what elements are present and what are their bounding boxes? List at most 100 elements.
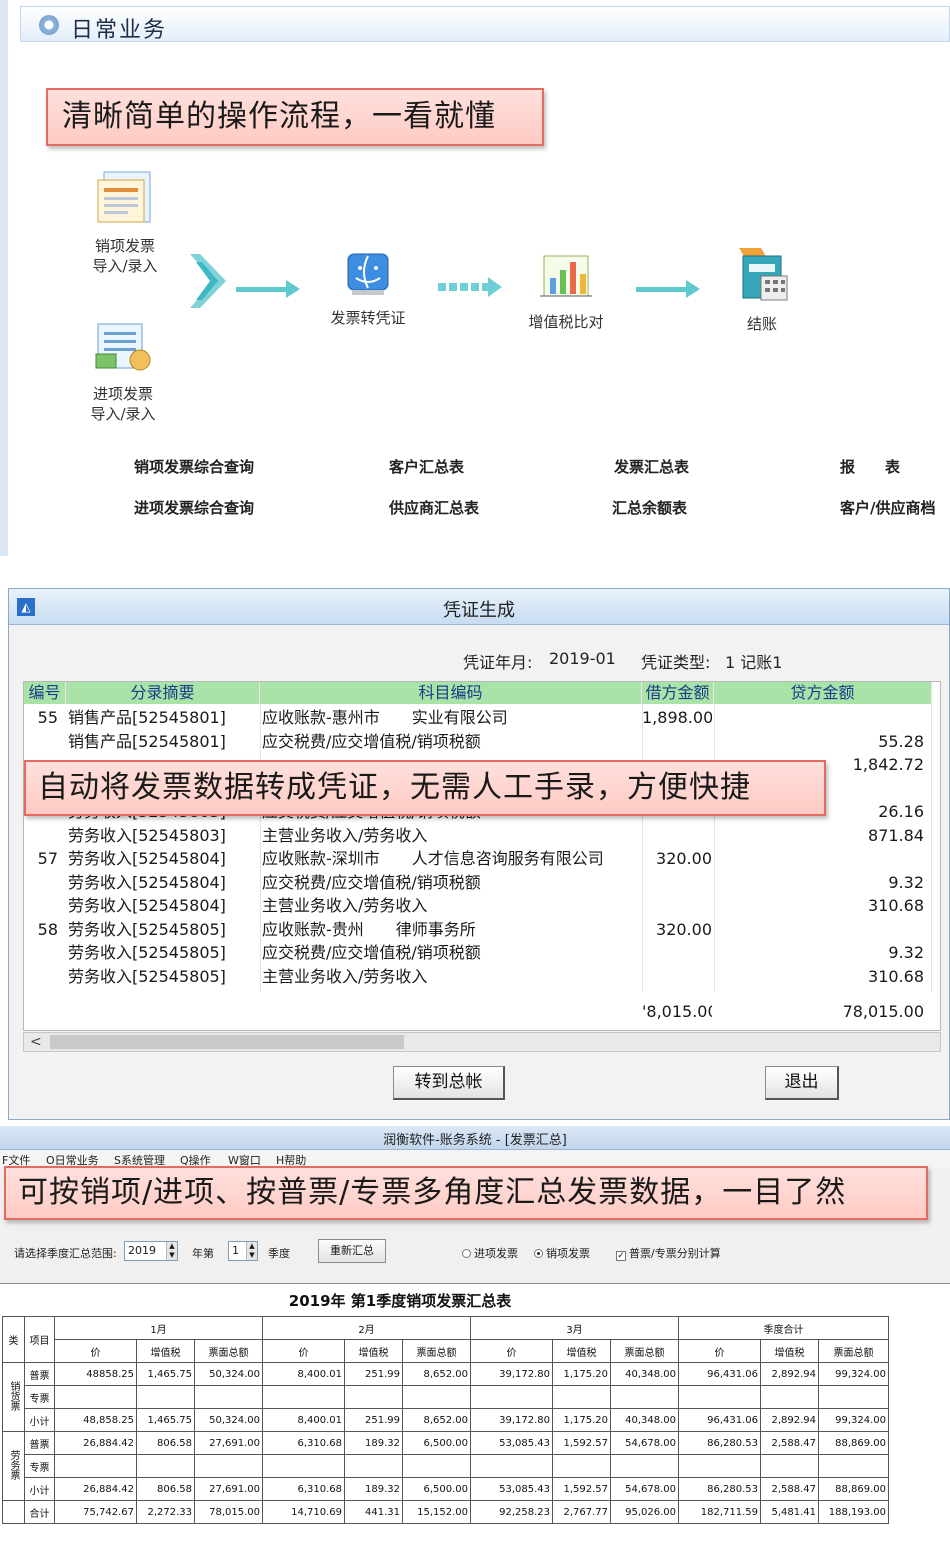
link-customer-supplier-file[interactable]: 客户/供应商档 (840, 497, 948, 518)
row-account[interactable]: 主营业务收入/劳务收入 (262, 965, 640, 988)
col-header-credit[interactable]: 贷方金额 (714, 682, 932, 704)
row-debit[interactable]: 320.00 (642, 847, 712, 870)
row-summary[interactable]: 劳务收入[52545803] (68, 824, 258, 847)
row-debit[interactable] (642, 894, 712, 917)
row-credit[interactable] (714, 706, 924, 729)
row-summary[interactable]: 劳务收入[52545805] (68, 918, 258, 941)
row-credit[interactable]: 310.68 (714, 965, 924, 988)
spinner-arrows-icon[interactable]: ▲ ▼ (246, 1242, 257, 1260)
scroll-left-icon[interactable]: < (30, 1033, 42, 1051)
group-cell: 销货票 (2, 1362, 25, 1432)
row-summary[interactable]: 劳务收入[52545804] (68, 894, 258, 917)
col-header-summary[interactable]: 分录摘要 (66, 682, 260, 704)
sales-invoice-import-node[interactable]: 销项发票 导入/录入 (80, 168, 170, 276)
header-month-1: 1月 (54, 1316, 263, 1340)
header-type: 类 (2, 1316, 25, 1363)
radio-sales[interactable]: 销项发票 (534, 1245, 590, 1261)
row-number[interactable]: 58 (24, 918, 58, 941)
row-summary[interactable]: 销售产品[52545801] (68, 730, 258, 753)
row-account[interactable]: 主营业务收入/劳务收入 (262, 824, 640, 847)
year-spinner[interactable]: 2019 ▲ ▼ (124, 1241, 178, 1261)
group-label: 销货票 (8, 1380, 19, 1411)
close-books-node[interactable]: 结账 (720, 244, 804, 334)
row-summary[interactable]: 销售产品[52545801] (68, 706, 258, 729)
purchase-invoice-import-node[interactable]: 进项发票 导入/录入 (78, 318, 168, 424)
voucher-month-label: 凭证年月: (463, 653, 533, 672)
subcol-vat: 增值税 (760, 1339, 819, 1363)
row-number[interactable] (24, 965, 58, 988)
radio-purchase[interactable]: 进项发票 (462, 1245, 518, 1261)
flow-arrow (236, 280, 300, 298)
row-number[interactable] (24, 824, 58, 847)
col-header-no[interactable]: 编号 (24, 682, 66, 704)
row-credit[interactable] (714, 847, 924, 870)
row-credit[interactable]: 55.28 (714, 730, 924, 753)
link-sales-invoice-query[interactable]: 销项发票综合查询 (134, 456, 254, 477)
horizontal-scrollbar[interactable]: < (23, 1032, 941, 1052)
voucher-type-value: 1 记账1 (725, 653, 783, 672)
quarter-spinner[interactable]: 1 ▲ ▼ (228, 1241, 258, 1261)
row-summary[interactable]: 劳务收入[52545805] (68, 965, 258, 988)
row-account[interactable]: 应收账款-惠州市 实业有限公司 (262, 706, 640, 729)
row-summary[interactable]: 劳务收入[52545805] (68, 941, 258, 964)
value-cell: 96,431.06 (678, 1408, 761, 1432)
value-cell (818, 1454, 889, 1478)
value-cell: 88,869.00 (818, 1431, 889, 1455)
header-month-2: 2月 (262, 1316, 471, 1340)
value-cell: 2,588.47 (760, 1431, 819, 1455)
row-number[interactable]: 57 (24, 847, 58, 870)
row-debit[interactable] (642, 965, 712, 988)
row-debit[interactable] (642, 941, 712, 964)
checkbox-split[interactable]: ✓ 普票/专票分别计算 (616, 1245, 721, 1261)
row-number[interactable] (24, 871, 58, 894)
row-debit[interactable] (642, 871, 712, 894)
value-cell: 806.58 (136, 1431, 195, 1455)
row-credit[interactable]: 9.32 (714, 871, 924, 894)
invoice-to-voucher-node[interactable]: 发票转凭证 (318, 250, 418, 328)
value-cell: 189.32 (344, 1477, 403, 1501)
vat-compare-node[interactable]: 增值税比对 (516, 250, 616, 332)
col-header-debit[interactable]: 借方金额 (642, 682, 714, 704)
row-credit[interactable] (714, 918, 924, 941)
row-number[interactable] (24, 941, 58, 964)
row-debit[interactable]: 320.00 (642, 918, 712, 941)
value-cell: 53,085.43 (470, 1431, 553, 1455)
row-account[interactable]: 应交税费/应交增值税/销项税额 (262, 941, 640, 964)
value-cell (678, 1454, 761, 1478)
resummarize-button[interactable]: 重新汇总 (318, 1239, 386, 1263)
link-invoice-summary[interactable]: 发票汇总表 (614, 456, 689, 477)
subcol-price: 价 (678, 1339, 761, 1363)
row-number[interactable] (24, 894, 58, 917)
row-credit[interactable]: 9.32 (714, 941, 924, 964)
row-number[interactable]: 55 (24, 706, 58, 729)
link-customer-summary[interactable]: 客户汇总表 (389, 456, 464, 477)
row-account[interactable]: 应交税费/应交增值税/销项税额 (262, 730, 640, 753)
scrollbar-thumb[interactable] (50, 1035, 404, 1049)
row-number[interactable] (24, 730, 58, 753)
row-debit[interactable] (642, 730, 712, 753)
post-to-ledger-button[interactable]: 转到总帐 (393, 1066, 505, 1100)
value-cell (552, 1385, 611, 1409)
link-supplier-summary[interactable]: 供应商汇总表 (389, 497, 479, 518)
col-header-account[interactable]: 科目编码 (260, 682, 642, 704)
link-balance-summary[interactable]: 汇总余额表 (612, 497, 687, 518)
link-purchase-invoice-query[interactable]: 进项发票综合查询 (134, 497, 254, 518)
value-cell: 8,652.00 (402, 1362, 471, 1386)
value-cell: 86,280.53 (678, 1431, 761, 1455)
exit-button[interactable]: 退出 (765, 1066, 839, 1100)
spinner-arrows-icon[interactable]: ▲ ▼ (166, 1242, 177, 1260)
row-account[interactable]: 应收账款-深圳市 人才信息咨询服务有限公司 (262, 847, 640, 870)
row-summary[interactable]: 劳务收入[52545804] (68, 871, 258, 894)
row-account[interactable]: 应交税费/应交增值税/销项税额 (262, 871, 640, 894)
row-debit[interactable] (642, 824, 712, 847)
row-credit[interactable]: 310.68 (714, 894, 924, 917)
link-reports[interactable]: 报 表 (840, 456, 900, 477)
value-cell: 86,280.53 (678, 1477, 761, 1501)
row-account[interactable]: 主营业务收入/劳务收入 (262, 894, 640, 917)
row-account[interactable]: 应收账款-贵州 律师事务所 (262, 918, 640, 941)
row-debit[interactable]: 1,898.00 (642, 706, 712, 729)
row-credit[interactable]: 871.84 (714, 824, 924, 847)
voucher-grid[interactable]: 编号 分录摘要 科目编码 借方金额 贷方金额 55 销售产品[52545801] 应… (23, 681, 941, 1031)
value-cell: 1,175.20 (552, 1408, 611, 1432)
row-summary[interactable]: 劳务收入[52545804] (68, 847, 258, 870)
